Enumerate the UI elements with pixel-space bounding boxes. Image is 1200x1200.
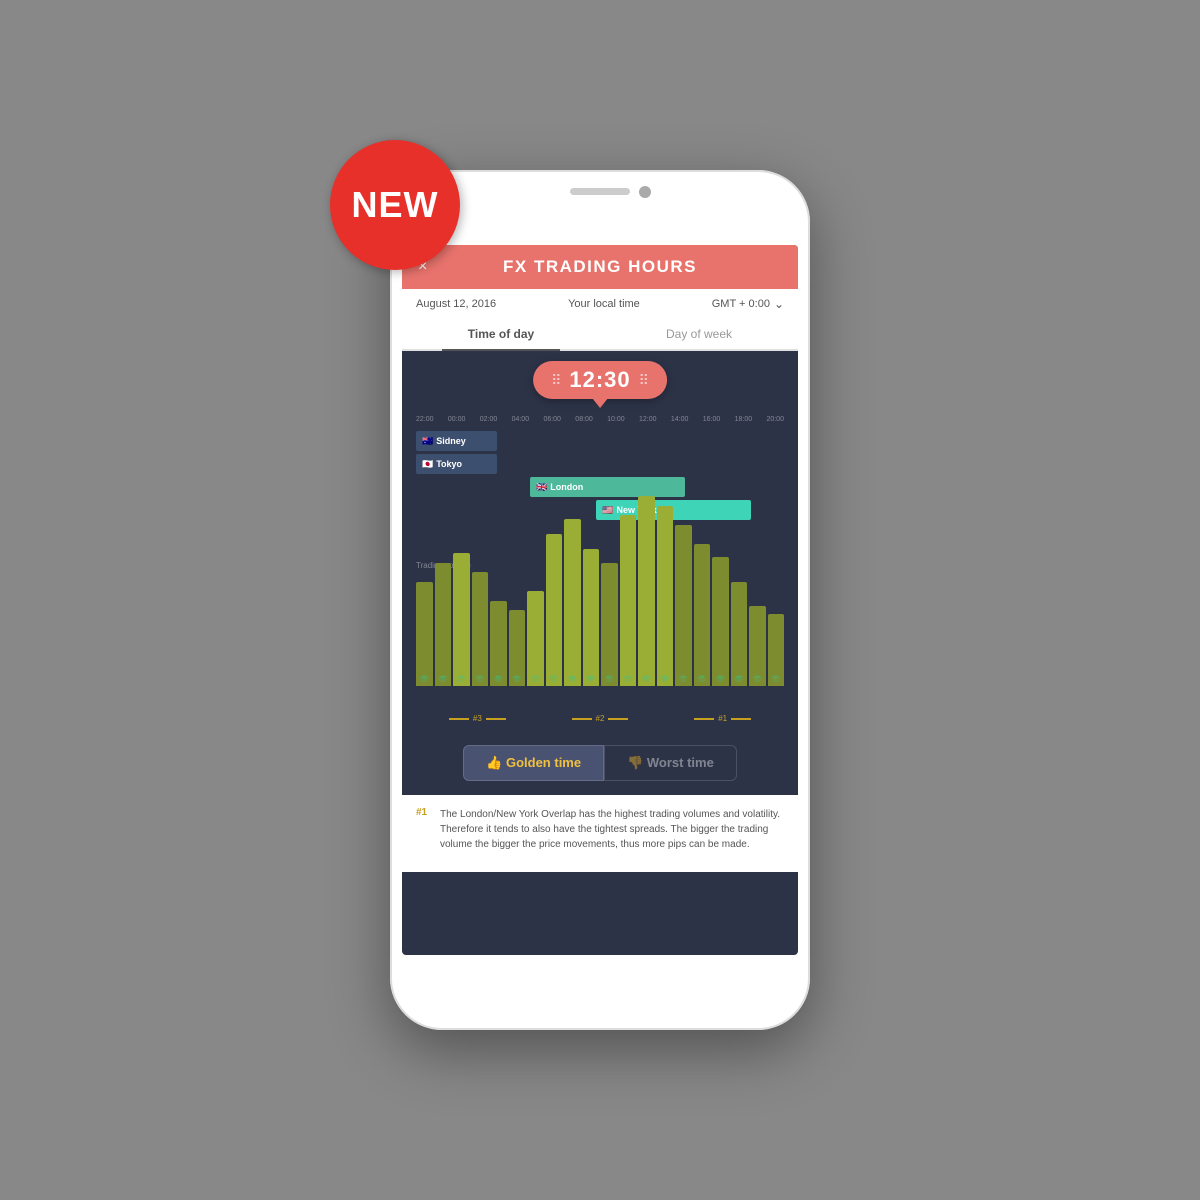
volume-bars: 👁👁👁👁👁👁👁👁👁👁👁👁👁👁👁👁👁👁👁👁 (416, 496, 784, 686)
chevron-down-icon[interactable]: ⌄ (774, 297, 784, 311)
session-bar-london: 🇬🇧 London (530, 477, 685, 497)
golden-time-button[interactable]: 👍 Golden time (463, 745, 604, 781)
drag-handle-right[interactable]: ⠿ (639, 372, 649, 389)
time-label-8: 14:00 (671, 416, 689, 423)
session-bar-tokyo: 🇯🇵 Tokyo (416, 454, 497, 474)
phone-outer: × FX TRADING HOURS August 12, 2016 Your … (390, 170, 810, 1030)
session-row-sidney: 🇦🇺 Sidney (416, 431, 784, 451)
vol-bar-0: 👁 (416, 582, 433, 687)
time-label-0: 22:00 (416, 416, 434, 423)
session-label-tokyo: 🇯🇵 Tokyo (422, 459, 462, 470)
vol-bar-18: 👁 (749, 606, 766, 686)
rank-line-3b (486, 718, 506, 720)
chart-container: ⠿ 12:30 ⠿ 22:00 00:00 02:00 04:00 06:00 … (402, 351, 798, 731)
vol-bar-5: 👁 (509, 610, 526, 686)
session-bar-sidney: 🇦🇺 Sidney (416, 431, 497, 451)
time-arrow (592, 398, 608, 408)
phone-speaker (570, 188, 630, 195)
time-label-2: 02:00 (480, 416, 498, 423)
rank-item-1: #1 (694, 714, 751, 723)
time-pill[interactable]: ⠿ 12:30 ⠿ (533, 361, 667, 399)
time-label-11: 20:00 (766, 416, 784, 423)
vol-bar-19: 👁 (768, 614, 785, 686)
session-row-london: 🇬🇧 London (416, 477, 784, 497)
info-number-1: #1 (416, 807, 432, 852)
date-text: August 12, 2016 (416, 298, 496, 310)
time-labels: 22:00 00:00 02:00 04:00 06:00 08:00 10:0… (416, 416, 784, 423)
app-header: × FX TRADING HOURS (402, 245, 798, 289)
session-row-tokyo: 🇯🇵 Tokyo (416, 454, 784, 474)
vol-bar-1: 👁 (435, 563, 452, 687)
tab-time-of-day[interactable]: Time of day (402, 319, 600, 349)
vol-bar-6: 👁 (527, 591, 544, 686)
time-display: 12:30 (569, 367, 630, 393)
time-label-9: 16:00 (703, 416, 721, 423)
session-label-sidney: 🇦🇺 Sidney (422, 436, 466, 447)
new-badge-label: NEW (352, 184, 439, 226)
phone-wrapper: NEW × FX TRADING HOURS August 12, 2016 Y… (390, 170, 810, 1030)
time-label-6: 10:00 (607, 416, 625, 423)
phone-camera (639, 186, 651, 198)
rank-line-2b (608, 718, 628, 720)
toggle-row: 👍 Golden time 👎 Worst time (402, 731, 798, 795)
info-item-1: #1 The London/New York Overlap has the h… (416, 807, 784, 852)
time-label-3: 04:00 (512, 416, 530, 423)
rank-text-3: #3 (473, 714, 482, 723)
drag-handle-left[interactable]: ⠿ (551, 372, 561, 389)
rank-item-3: #3 (449, 714, 506, 723)
vol-bar-16: 👁 (712, 557, 729, 686)
rank-text-2: #2 (596, 714, 605, 723)
date-row: August 12, 2016 Your local time GMT + 0:… (402, 289, 798, 319)
info-text-1: The London/New York Overlap has the high… (440, 807, 784, 852)
phone-screen: × FX TRADING HOURS August 12, 2016 Your … (402, 245, 798, 955)
vol-bar-4: 👁 (490, 601, 507, 687)
vol-bar-12: 👁 (638, 496, 655, 686)
vol-bar-9: 👁 (583, 549, 600, 686)
time-label-7: 12:00 (639, 416, 657, 423)
time-label-10: 18:00 (735, 416, 753, 423)
app-title: FX TRADING HOURS (503, 257, 697, 277)
time-slider[interactable]: ⠿ 12:30 ⠿ (533, 361, 667, 408)
local-time-label: Your local time (568, 298, 640, 310)
vol-bar-11: 👁 (620, 515, 637, 686)
time-label-5: 08:00 (575, 416, 593, 423)
rank-row: #3 #2 #1 (416, 714, 784, 723)
rank-line-3 (449, 718, 469, 720)
rank-item-2: #2 (572, 714, 629, 723)
vol-bar-15: 👁 (694, 544, 711, 687)
flag-au: 🇦🇺 (422, 436, 433, 447)
flag-jp: 🇯🇵 (422, 459, 433, 470)
vol-bar-17: 👁 (731, 582, 748, 687)
flag-gb: 🇬🇧 (536, 482, 547, 493)
rank-text-1: #1 (718, 714, 727, 723)
gmt-row: GMT + 0:00 ⌄ (712, 297, 784, 311)
vol-bar-8: 👁 (564, 519, 581, 686)
time-label-4: 06:00 (543, 416, 561, 423)
new-badge: NEW (330, 140, 460, 270)
rank-line-1b (731, 718, 751, 720)
vol-bar-13: 👁 (657, 506, 674, 687)
gmt-text: GMT + 0:00 (712, 298, 770, 310)
rank-line-1 (694, 718, 714, 720)
vol-bar-3: 👁 (472, 572, 489, 686)
rank-line-2 (572, 718, 592, 720)
session-label-london: 🇬🇧 London (536, 482, 583, 493)
vol-bar-7: 👁 (546, 534, 563, 686)
tab-row: Time of day Day of week (402, 319, 798, 351)
worst-time-button[interactable]: 👎 Worst time (604, 745, 737, 781)
vol-bar-10: 👁 (601, 563, 618, 687)
vol-bar-2: 👁 (453, 553, 470, 686)
vol-bar-14: 👁 (675, 525, 692, 687)
time-label-1: 00:00 (448, 416, 466, 423)
tab-day-of-week[interactable]: Day of week (600, 319, 798, 349)
info-section: #1 The London/New York Overlap has the h… (402, 795, 798, 872)
